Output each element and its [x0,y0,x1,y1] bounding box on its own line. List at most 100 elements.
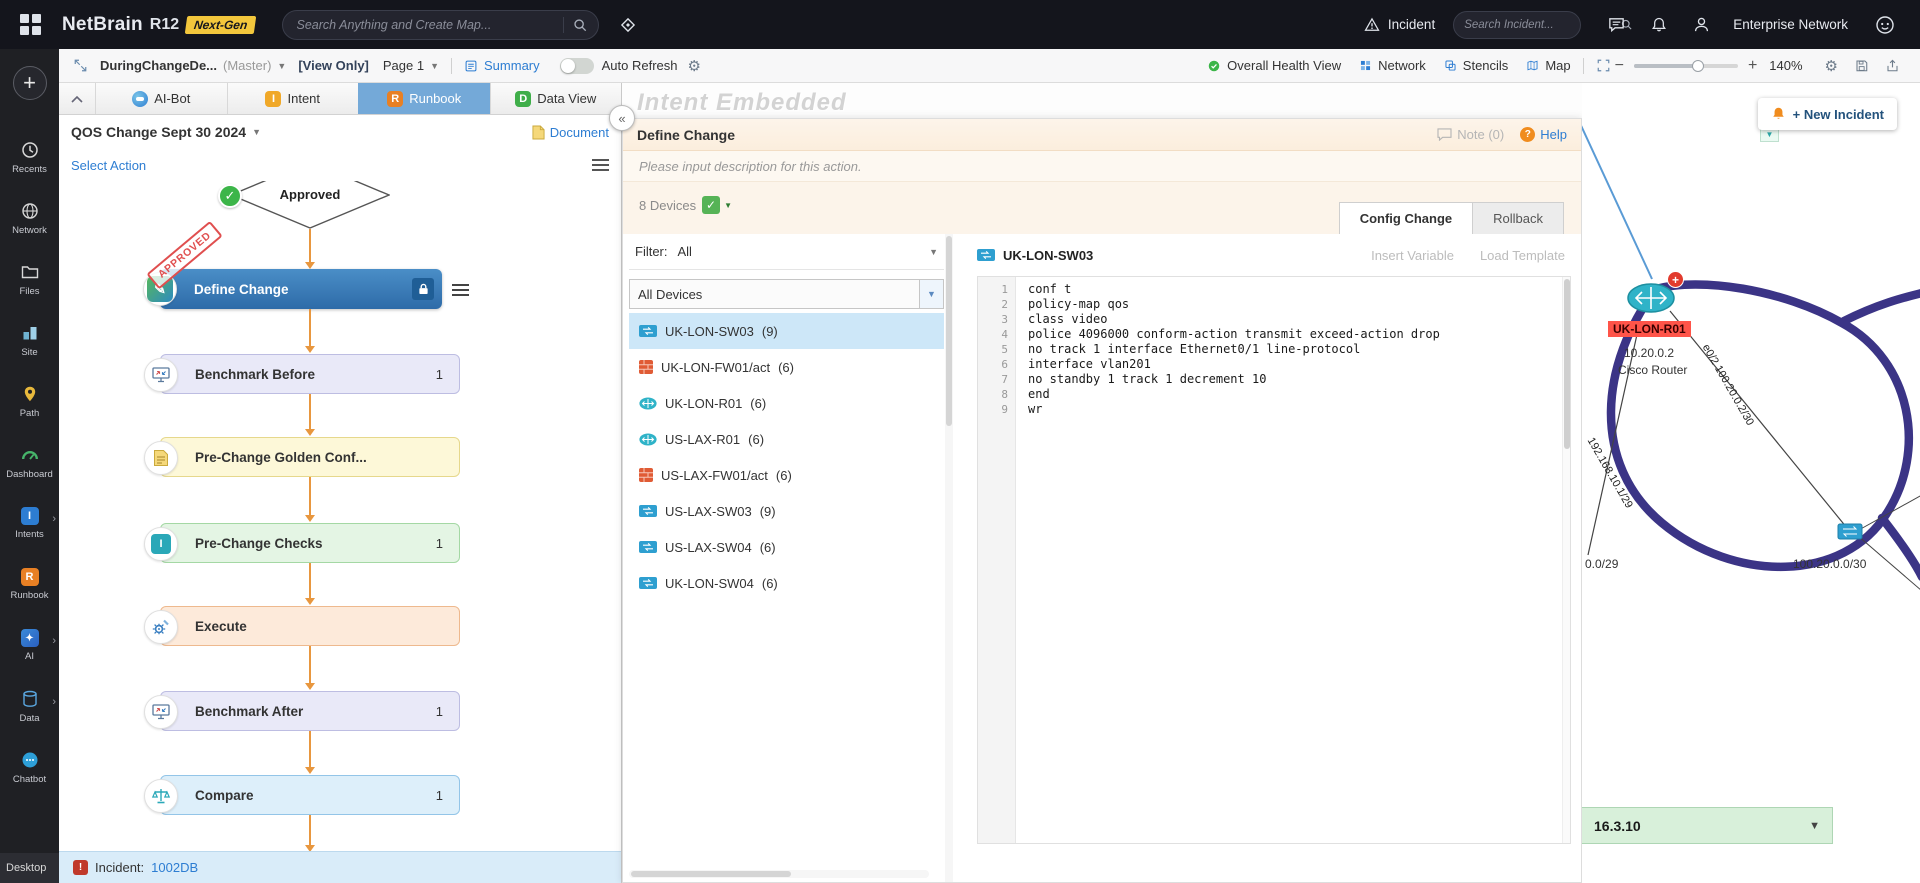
sidebar-item-site[interactable]: Site [0,310,59,371]
network-view-button[interactable]: Network [1359,58,1426,73]
decision-approved[interactable]: ✓ Approved [218,181,390,229]
map-name[interactable]: DuringChangeDe... [100,58,217,73]
save-icon[interactable] [1854,58,1869,73]
runbook-menu-icon[interactable] [592,156,609,174]
alert-plus-badge-icon[interactable]: + [1667,271,1684,288]
devices-dropdown-chevron-icon[interactable]: ▼ [724,201,732,210]
dialog-collapse-button[interactable]: « [609,105,635,131]
device-filter[interactable]: Filter: All ▼ [629,234,944,270]
desktop-mode-label[interactable]: Desktop [0,853,59,883]
collapse-panel-chevron-icon[interactable] [59,83,95,114]
sidebar-item-recents[interactable]: Recents [0,127,59,188]
notifications-bell-icon[interactable] [1650,16,1668,34]
flow-node-compare[interactable]: Compare 1 [144,775,460,815]
devices-count-group[interactable]: 8 Devices ✓ ▼ [639,196,732,214]
device-row[interactable]: US-LAX-SW04 (6) [629,529,944,565]
runbook-title[interactable]: QOS Change Sept 30 2024 ▼ [71,124,261,140]
flow-node-pre-change-golden-conf[interactable]: Pre-Change Golden Conf... [144,437,460,477]
global-search[interactable] [281,9,599,40]
global-search-input[interactable] [296,17,555,32]
sidebar-item-ai[interactable]: ✦ AI › [0,615,59,676]
editor-code[interactable]: conf t policy-map qos class video police 40… [1016,277,1562,843]
assistant-bot-icon[interactable] [1874,14,1896,36]
new-incident-button[interactable]: + New Incident [1757,98,1897,130]
config-editor[interactable]: 123456789 conf t policy-map qos class vide… [977,276,1571,844]
help-button[interactable]: ? Help [1520,127,1567,142]
sidebar-item-files[interactable]: Files [0,249,59,310]
zoom-level[interactable]: 140% [1769,58,1802,73]
tab-data-view[interactable]: D Data View [489,83,622,114]
note-button[interactable]: Note (0) [1437,127,1504,142]
incident-alert-icon[interactable] [1363,16,1381,34]
zoom-out-button[interactable]: − [1611,57,1628,75]
incident-search-input[interactable] [1464,18,1621,31]
intents-expand-icon[interactable]: › [52,513,56,525]
export-share-icon[interactable] [1885,58,1900,73]
incident-search[interactable] [1453,10,1632,39]
sidebar-item-path[interactable]: Path [0,371,59,432]
green-node-chevron-icon[interactable]: ▼ [1809,820,1820,832]
devices-checkbox-icon[interactable]: ✓ [702,196,721,214]
device-row[interactable]: US-LAX-R01 (6) [629,421,944,457]
device-list-hscrollbar[interactable] [629,870,929,878]
summary-label[interactable]: Summary [484,58,540,73]
tab-config-change[interactable]: Config Change [1338,202,1474,234]
insert-variable-button[interactable]: Insert Variable [1371,248,1454,263]
network-view-label[interactable]: Network [1378,58,1426,73]
device-group-select[interactable]: All Devices ▼ [629,279,944,309]
map-diamond-icon[interactable] [619,16,637,34]
map-device-label[interactable]: UK-LON-R01 [1608,321,1691,337]
load-template-button[interactable]: Load Template [1480,248,1565,263]
auto-refresh-toggle[interactable] [559,57,594,74]
map-view-label[interactable]: Map [1545,58,1570,73]
flow-node-pre-change-checks[interactable]: I Pre-Change Checks 1 [144,523,460,563]
zoom-slider[interactable] [1633,59,1738,72]
stencils-button[interactable]: Stencils [1444,58,1508,73]
tab-ai-bot[interactable]: AI-Bot [95,83,227,114]
page-selector[interactable]: Page 1 [383,58,424,73]
new-map-plus-button[interactable]: + [12,66,47,100]
select-action-link[interactable]: Select Action [71,158,146,173]
ai-expand-icon[interactable]: › [52,635,56,647]
device-row[interactable]: US-LAX-SW03 (9) [629,493,944,529]
filter-chevron-icon[interactable]: ▼ [929,247,938,257]
map-green-node[interactable]: 16.3.10 ▼ [1582,807,1833,844]
sidebar-item-intents[interactable]: I Intents › [0,493,59,554]
sidebar-item-dashboard[interactable]: Dashboard [0,432,59,493]
sidebar-item-runbook[interactable]: R Runbook [0,554,59,615]
device-row[interactable]: UK-LON-SW04 (6) [629,565,944,601]
sidebar-item-network[interactable]: Network [0,188,59,249]
map-settings-gear-icon[interactable]: ⚙ [1825,57,1838,75]
sidebar-item-chatbot[interactable]: Chatbot [0,737,59,798]
flow-node-define-change[interactable]: ✎ Define Change [143,269,442,309]
refresh-settings-gear-icon[interactable]: ⚙ [688,57,701,75]
summary-button[interactable]: Summary [464,58,540,73]
node-menu-icon[interactable] [452,281,469,299]
overall-health-label[interactable]: Overall Health View [1227,58,1341,73]
group-dropdown-icon[interactable]: ▼ [919,280,943,308]
tab-intent[interactable]: I Intent [226,83,359,114]
tenant-name[interactable]: Enterprise Network [1733,17,1848,32]
map-view-button[interactable]: Map [1526,58,1571,73]
flow-node-execute[interactable]: Execute [144,606,460,646]
apps-menu-icon[interactable] [20,13,42,36]
fit-to-screen-icon[interactable] [1596,58,1611,73]
runbook-title-chevron-icon[interactable]: ▼ [252,127,261,137]
incident-id-link[interactable]: 1002DB [151,860,198,875]
flow-node-benchmark-before[interactable]: Benchmark Before 1 [144,354,460,394]
device-row[interactable]: UK-LON-SW03 (9) [629,313,944,349]
expand-panel-icon[interactable] [73,58,88,73]
page-chevron-icon[interactable]: ▼ [430,61,439,71]
map-name-chevron-icon[interactable]: ▼ [277,61,286,71]
device-row[interactable]: UK-LON-R01 (6) [629,385,944,421]
tab-rollback[interactable]: Rollback [1473,202,1564,234]
network-map[interactable]: + UK-LON-R01 10.20.0.2 Cisco Router e0/2… [1582,83,1920,883]
search-icon[interactable] [572,17,588,33]
description-placeholder[interactable]: Please input description for this action… [623,151,1581,182]
chat-icon[interactable] [1607,15,1626,34]
data-expand-icon[interactable]: › [52,696,56,708]
editor-scrollbar[interactable] [1562,277,1570,843]
device-list-scrollbar[interactable] [945,234,953,882]
device-row[interactable]: UK-LON-FW01/act (6) [629,349,944,385]
sidebar-item-data[interactable]: Data › [0,676,59,737]
